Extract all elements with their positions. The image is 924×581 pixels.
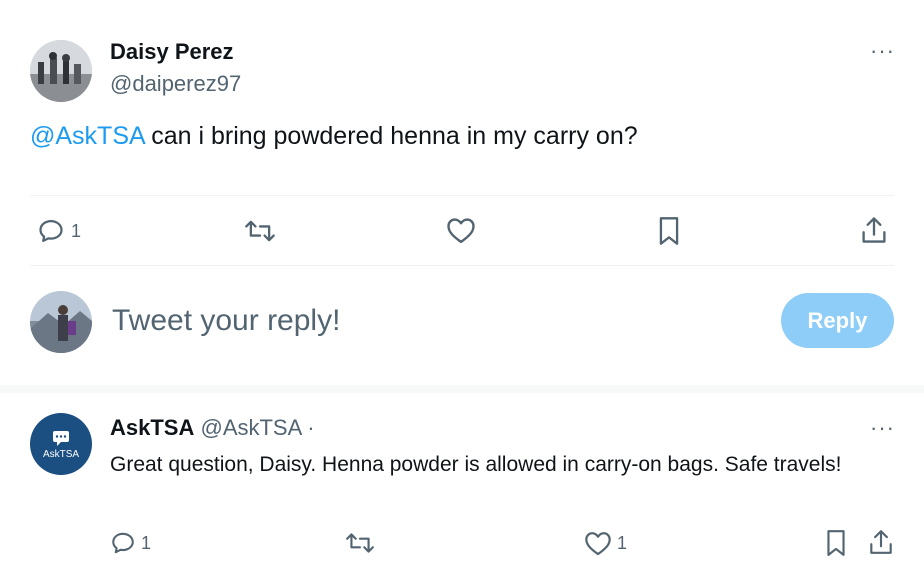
reply-more-options-icon[interactable]: ··· [870, 417, 895, 439]
section-separator [0, 385, 924, 393]
reply-tweet-like-count: 1 [617, 532, 628, 553]
reply-icon [112, 532, 134, 554]
separator-dot: · [307, 415, 315, 440]
reply-author-line: AskTSA @AskTSA · [110, 415, 315, 441]
reply-tweet-bookmark-action[interactable] [825, 529, 847, 557]
reply-author-name[interactable]: AskTSA [110, 415, 194, 440]
share-action[interactable] [860, 215, 888, 245]
reply-count: 1 [71, 220, 82, 241]
heart-icon [585, 532, 611, 556]
like-action[interactable] [446, 216, 476, 244]
more-options-icon[interactable]: ··· [870, 40, 895, 62]
asktsa-avatar[interactable]: AskTSA [30, 413, 92, 475]
reply-icon [39, 219, 63, 243]
divider [30, 195, 894, 196]
reply-author-handle[interactable]: @AskTSA [200, 415, 301, 440]
retweet-icon [346, 533, 374, 553]
share-icon [862, 217, 886, 243]
reply-tweet-like-action[interactable]: 1 [584, 530, 627, 556]
bookmark-action[interactable] [657, 216, 681, 246]
author-avatar[interactable] [30, 40, 92, 102]
divider [30, 265, 894, 266]
reply-tweet-share-action[interactable] [868, 528, 894, 556]
reply-input[interactable]: Tweet your reply! [112, 304, 340, 338]
bookmark-icon [659, 217, 679, 245]
reply-button[interactable]: Reply [781, 293, 894, 348]
author-handle[interactable]: @daiperez97 [110, 71, 241, 97]
reply-action[interactable]: 1 [37, 217, 81, 245]
retweet-icon [245, 220, 275, 242]
tweet-text: @AskTSA can i bring powdered henna in my… [30, 122, 638, 151]
share-icon [870, 530, 892, 554]
mention-link[interactable]: @AskTSA [30, 122, 144, 150]
tweet-body: can i bring powdered henna in my carry o… [144, 122, 638, 150]
bookmark-icon [827, 530, 845, 556]
user-avatar[interactable] [30, 291, 92, 353]
reply-tweet-reply-count: 1 [141, 532, 152, 553]
asktsa-avatar-label: AskTSA [42, 449, 80, 460]
reply-tweet-reply-action[interactable]: 1 [110, 530, 151, 556]
heart-icon [447, 218, 475, 244]
author-photo [30, 40, 92, 102]
author-name[interactable]: Daisy Perez [110, 39, 234, 65]
asktsa-logo [53, 431, 69, 446]
user-photo [30, 291, 92, 353]
reply-text: Great question, Daisy. Henna powder is a… [110, 453, 842, 476]
reply-tweet-retweet-action[interactable] [345, 530, 375, 556]
retweet-action[interactable] [244, 217, 276, 245]
